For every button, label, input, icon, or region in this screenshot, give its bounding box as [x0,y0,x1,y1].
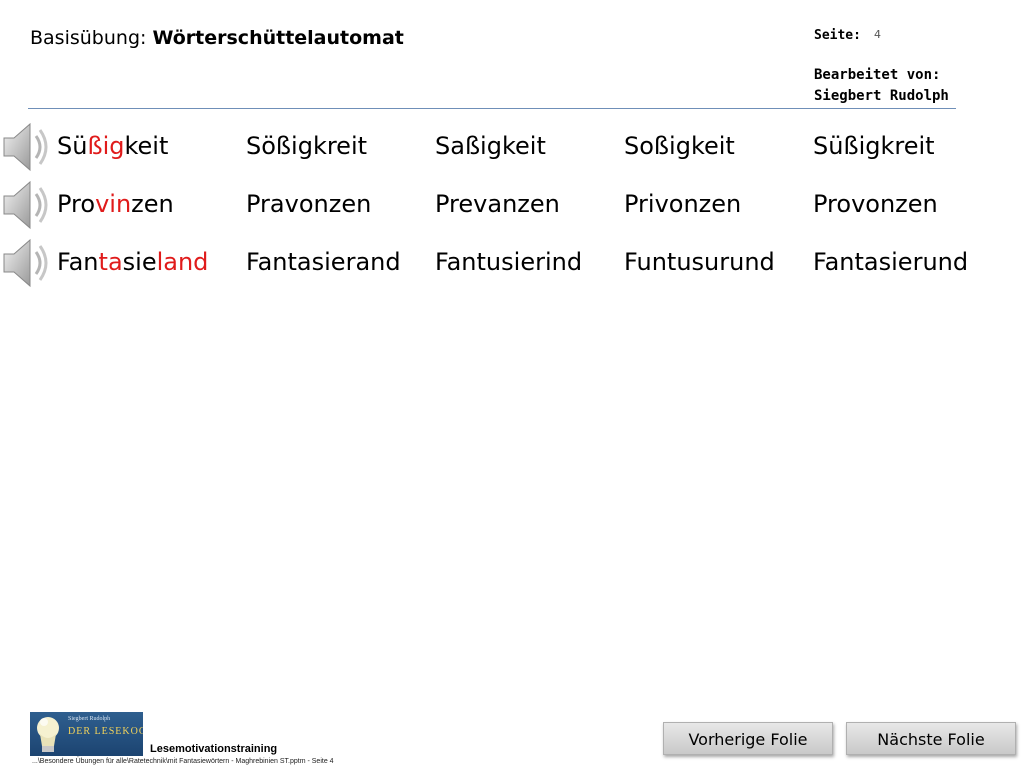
highlighted-syllable: land [156,248,209,276]
target-word: Süßigkeit [57,132,168,160]
previous-slide-button[interactable]: Vorherige Folie [663,722,833,755]
variant-word: Prevanzen [435,190,560,218]
page-label: Seite: [814,28,861,43]
highlighted-syllable: vin [95,190,132,218]
target-word: Fantasieland [57,248,208,276]
variant-word: Pravonzen [246,190,372,218]
variant-word: Soßigkeit [624,132,735,160]
title-main: Wörterschüttelautomat [152,27,404,49]
variant-word: Provonzen [813,190,938,218]
title-prefix: Basisübung: [30,27,153,49]
variant-word: Sößigkreit [246,132,368,160]
target-word: Provinzen [57,190,174,218]
lightbulb-icon [37,717,59,752]
highlighted-syllable: ßig [87,132,125,160]
lesekoch-logo: Siegbert Rudolph DER LESEKOCH [30,712,143,756]
syllable: Sü [57,132,88,160]
syllable: sie [122,248,157,276]
variant-word: Süßigkreit [813,132,935,160]
next-slide-button[interactable]: Nächste Folie [846,722,1016,755]
variant-word: Fantasierund [813,248,969,276]
footer-label: Lesemotivationstraining [150,743,278,755]
variant-word: Privonzen [624,190,742,218]
highlighted-syllable: ta [98,248,123,276]
syllable: zen [131,190,174,218]
syllable: keit [124,132,169,160]
speaker-icon[interactable] [0,120,58,172]
speaker-icon[interactable] [0,178,58,230]
logo-author: Siegbert Rudolph [68,716,111,722]
edited-by-name: Siegbert Rudolph [814,88,949,104]
footer-file-path: ...\Besondere Übungen für alle\Ratetechn… [32,758,334,765]
word-row: Provinzen Pravonzen Prevanzen Privonzen Prov… [0,180,1024,240]
header-divider [28,108,956,109]
variant-word: Saßigkeit [435,132,546,160]
edited-by-label: Bearbeitet von: [814,67,941,83]
word-row: Fantasieland Fantasierand Fantusierind Funt… [0,238,1024,298]
word-row: Süßigkeit Sößigkreit Saßigkeit Soßigkeit Süß… [0,122,1024,182]
variant-word: Fantusierind [435,248,583,276]
syllable: Fan [57,248,99,276]
logo-brand: DER LESEKOCH [68,726,143,737]
variant-word: Funtusurund [624,248,775,276]
variant-word: Fantasierand [246,248,401,276]
speaker-icon[interactable] [0,236,58,288]
syllable: Pro [57,190,96,218]
page-title: Basisübung: Wörterschüttelautomat [30,27,404,49]
page-number: 4 [874,28,881,41]
